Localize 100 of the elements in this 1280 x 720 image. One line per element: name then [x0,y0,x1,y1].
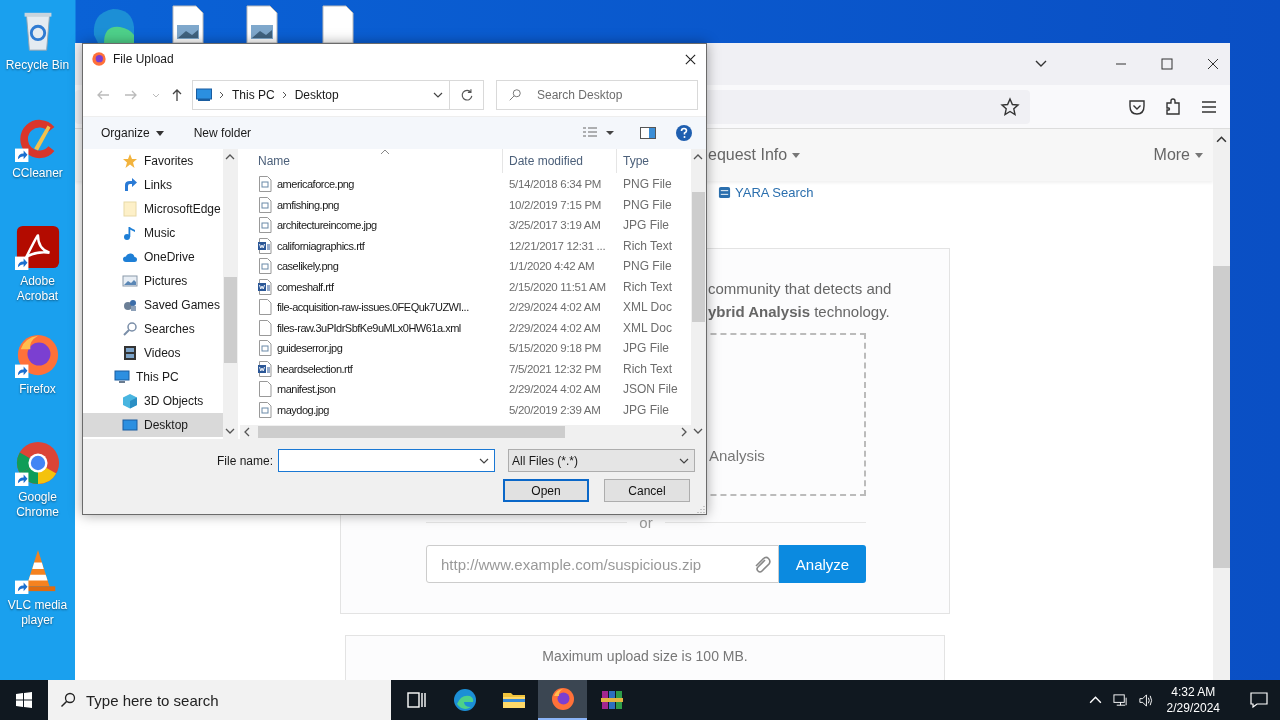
fox-globe-icon [550,687,575,711]
nav-menu-item[interactable]: equest Info [708,146,801,164]
clock-time[interactable]: 4:32 AM [1171,684,1216,700]
taskbar-search-field[interactable]: Type here to search [48,680,391,720]
close-button[interactable] [1206,57,1220,71]
file-row[interactable]: americaforce.png 5/14/2018 6:34 PM PNG File [240,174,691,195]
scrollbar[interactable] [1213,129,1230,680]
preview-pane-icon[interactable] [640,126,656,140]
close-button[interactable] [684,52,697,66]
folder-tree-item[interactable]: Pictures [83,269,223,293]
folder-tree-item[interactable]: Desktop [83,413,223,437]
folder-tree-item[interactable]: Links [83,173,223,197]
folder-tree-item[interactable]: Saved Games [83,293,223,317]
refresh-button[interactable] [450,80,484,110]
scrollbar[interactable] [691,149,706,439]
breadcrumb-item[interactable]: This PC [232,88,275,102]
analyze-button[interactable]: Analyze [779,545,866,583]
file-type: JPG File [622,341,669,356]
browser-icon[interactable] [14,440,61,486]
toolbar-button[interactable]: Organize [101,126,164,140]
yara-search-link[interactable]: YARA Search [735,185,814,200]
file-type: Rich Text [622,238,673,253]
game-piece-icon [122,297,138,313]
file-row[interactable]: architectureincome.jpg 3/25/2017 3:19 AM JPG File [240,215,691,236]
folder-tree-item[interactable]: 3D Objects [83,389,223,413]
file-name: heardselection.rtf [277,362,354,375]
chevron-down-icon[interactable] [433,90,443,100]
file-type: Rich Text [622,279,673,294]
speaker-icon[interactable] [1137,692,1153,708]
image-file-icon [258,217,272,234]
upload-limit-text: Maximum upload size is 100 MB. [542,648,748,666]
book-stack-icon [599,688,624,712]
maximize-button[interactable] [1160,57,1174,71]
file-name: amfishing.png [277,198,340,211]
resize-grip-icon[interactable] [695,503,705,513]
file-row[interactable]: file-acquisition-raw-issues.0FEQuk7UZWI... 2/29/2024 4:02 AM XML Doc [240,297,691,318]
dialog-title: File Upload [113,52,174,66]
file-type: PNG File [622,197,672,212]
puzzle-piece-icon[interactable] [1163,96,1183,117]
file-name: file-acquisition-raw-issues.0FEQuk7UZWI... [277,301,470,314]
file-row[interactable]: californiagraphics.rtf 12/21/2017 12:31 ... Rich Text [240,235,691,256]
scrollbar[interactable] [240,425,691,439]
cube-icon [122,393,138,409]
file-row[interactable]: comeshalf.rtf 2/15/2020 11:51 AM Rich Text [240,276,691,297]
cancel-button[interactable]: Cancel [604,479,690,502]
folder-tree-item[interactable]: OneDrive [83,245,223,269]
search-field[interactable]: Search Desktop [496,80,698,110]
scrollbar-thumb[interactable] [692,192,705,322]
file-row[interactable]: amfishing.png 10/2/2019 7:15 PM PNG File [240,194,691,215]
file-date: 5/14/2018 6:34 PM [508,178,603,191]
network-icon[interactable] [1112,692,1128,708]
file-name: architectureincome.jpg [277,219,378,232]
image-file-icon[interactable] [246,5,278,43]
file-row[interactable]: caselikely.png 1/1/2020 4:42 AM PNG File [240,256,691,277]
view-options-icon[interactable] [582,126,616,140]
refresh-icon [459,88,474,102]
column-header[interactable]: Date modified [503,149,617,173]
clock-date[interactable]: 2/29/2024 [1166,700,1220,716]
file-type: Rich Text [622,361,673,376]
intro-text: ybrid Analysis technology. [708,302,890,322]
folder-tree-item[interactable]: Searches [83,317,223,341]
image-file-icon [258,340,272,357]
url-input[interactable]: http://www.example.com/suspicious.zip [426,545,779,583]
chevron-right-icon [219,91,225,99]
chevron-right-icon [281,91,288,99]
address-bar[interactable]: This PC Desktop [192,80,450,110]
file-icon [258,381,272,398]
open-button[interactable]: Open [503,479,589,502]
folder-tree-item[interactable]: Favorites [83,149,223,173]
column-header[interactable]: Type [617,154,649,168]
column-header[interactable]: Name [240,149,503,173]
scrollbar[interactable] [223,149,238,439]
monitor-icon [114,369,130,385]
folder-tree-item[interactable]: This PC [83,365,223,389]
file-date: 1/1/2020 4:42 AM [508,260,596,273]
separator-text: or [639,514,653,531]
bookmark-star-icon[interactable] [1000,96,1020,117]
star-icon [122,153,138,169]
toolbar-button[interactable]: New folder [193,126,252,140]
file-name: manifest.json [277,383,337,396]
notification-icon[interactable] [1250,692,1268,708]
fox-globe-icon[interactable] [14,332,61,378]
nav-menu-item[interactable]: More [1153,146,1203,164]
scrollbar-thumb[interactable] [224,277,237,363]
folder-tree-item[interactable]: MicrosoftEdge [83,197,223,221]
scrollbar-thumb[interactable] [258,426,565,438]
folder-tree-item[interactable]: Music [83,221,223,245]
file-name-field[interactable] [278,449,495,472]
image-file-icon[interactable] [172,5,204,43]
scrollbar-thumb[interactable] [1213,266,1230,568]
file-name-label: File name: [215,453,273,468]
file-name: caselikely.png [277,260,340,273]
file-icon[interactable] [322,5,354,43]
breadcrumb-item[interactable]: Desktop [294,88,339,102]
help-icon[interactable] [676,125,692,141]
folder-tree-item[interactable]: Videos [83,341,223,365]
file-type-dropdown[interactable]: All Files (*.*) [508,449,695,472]
drop-zone-text: Analysis [709,447,765,464]
folder-icon [122,201,138,217]
document-app-icon[interactable] [14,224,61,270]
